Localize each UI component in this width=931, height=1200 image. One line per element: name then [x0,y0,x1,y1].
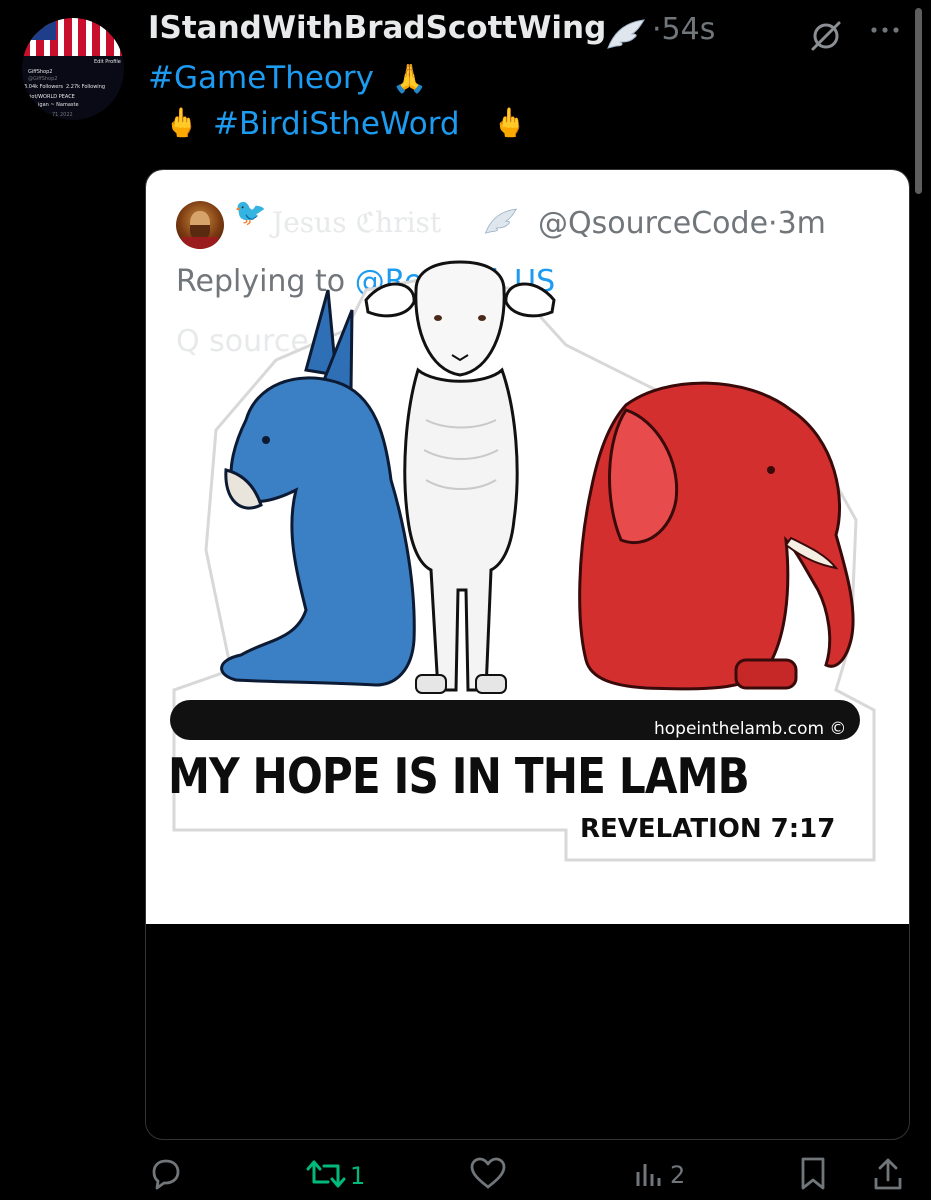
hashtag-birdi-the-word[interactable]: #BirdiStheWord [213,106,460,142]
image-verse: REVELATION 7:17 [580,814,836,844]
like-button[interactable] [469,1156,511,1194]
avatar-bio2-text: igan ~ Namaste [38,102,79,108]
avatar-followers-text: 3.04k Followers [24,84,64,90]
retweet-count: 1 [350,1162,366,1190]
like-icon [469,1156,507,1194]
avatar-date-text: 71 2022 [52,112,73,118]
share-button[interactable] [872,1156,904,1196]
scrollbar[interactable] [915,8,922,194]
retweet-button[interactable]: 1 [306,1156,365,1196]
grok-icon[interactable] [808,18,844,58]
avatar-bio-text: triot/WORLD PEACE [26,94,75,100]
views-button[interactable]: 2 [632,1156,685,1194]
flag-canton [22,18,56,40]
timestamp[interactable]: ·54s [652,12,715,47]
avatar-following-text: 2.27k Following [66,84,106,90]
quote-image[interactable]: hopeinthelamb.com © MY HOPE IS IN THE LA… [146,170,909,924]
more-icon[interactable] [868,20,902,44]
reply-icon [148,1156,184,1196]
share-icon [872,1156,904,1196]
avatar-handle-text: @GiffShop2 [28,76,58,82]
bookmark-icon [798,1156,828,1196]
lamb-artwork [170,260,876,862]
retweet-icon [306,1156,346,1196]
image-headline: MY HOPE IS IN THE LAMB [168,748,750,805]
hashtag-game-theory[interactable]: #GameTheory [148,60,374,96]
wing-icon [604,18,646,56]
finger-emoji: 🖕 [164,106,199,139]
pray-emoji: 🙏 [392,62,427,95]
avatar-name-text: GiffShop2 [28,69,53,75]
views-count: 2 [670,1161,686,1189]
avatar[interactable]: Edit Profile GiffShop2 @GiffShop2 3.04k … [22,18,124,120]
quote-tweet-card[interactable]: 🐦 Jesus ℭhrist @QsourceCode·3m Replying … [145,169,910,1140]
bookmark-button[interactable] [798,1156,828,1196]
finger-emoji: 🖕 [492,106,527,139]
views-icon [632,1156,666,1194]
site-label: hopeinthelamb.com © [654,719,847,739]
avatar-edit-text: Edit Profile [94,59,121,65]
reply-button[interactable] [148,1156,188,1196]
display-name[interactable]: IStandWithBradScottWing [148,10,606,46]
